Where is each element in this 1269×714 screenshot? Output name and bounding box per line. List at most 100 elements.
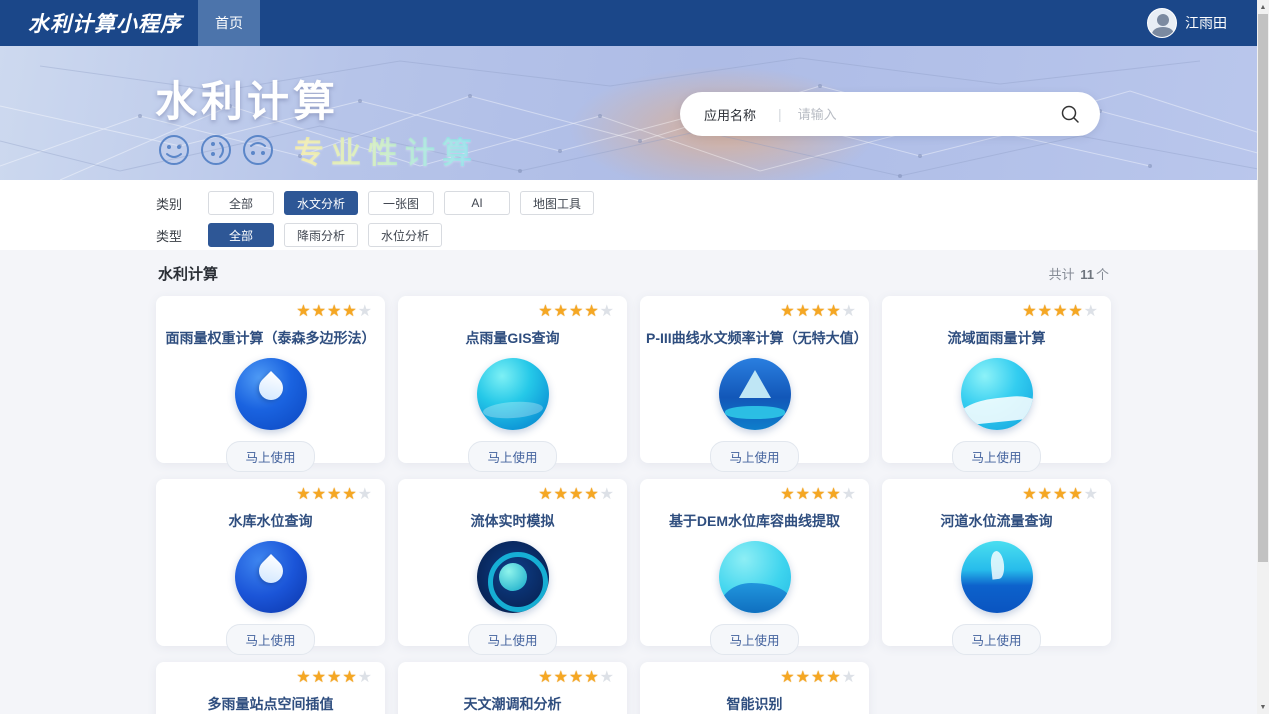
star-filled-icon: ★ (584, 670, 599, 686)
star-filled-icon: ★ (312, 304, 327, 320)
app-card[interactable]: ★★★★★ 流体实时模拟 马上使用 (398, 479, 627, 646)
filter-panel: 类别 全部 水文分析 一张图 AI 地图工具 类型 全部 降雨分析 水位分析 (0, 180, 1269, 250)
filter-option[interactable]: 一张图 (368, 191, 434, 215)
app-search-bar: 应用名称 | (680, 92, 1100, 136)
star-filled-icon: ★ (826, 304, 841, 320)
rating-stars: ★★★★★ (538, 304, 615, 320)
star-filled-icon: ★ (296, 487, 311, 503)
star-filled-icon: ★ (569, 670, 584, 686)
scrollbar-up-arrow[interactable]: ▲ (1257, 0, 1269, 14)
star-filled-icon: ★ (811, 304, 826, 320)
user-name: 江雨田 (1185, 13, 1227, 33)
star-filled-icon: ★ (538, 304, 553, 320)
star-filled-icon: ★ (554, 487, 569, 503)
river-splash-icon (961, 541, 1033, 613)
star-filled-icon: ★ (569, 304, 584, 320)
star-filled-icon: ★ (538, 670, 553, 686)
rating-stars: ★★★★★ (1022, 487, 1099, 503)
star-empty-icon: ★ (842, 487, 857, 503)
star-filled-icon: ★ (1038, 487, 1053, 503)
filter-option[interactable]: AI (444, 191, 510, 215)
use-now-button[interactable]: 马上使用 (226, 441, 314, 472)
filter-options: 全部 降雨分析 水位分析 (208, 223, 442, 247)
star-filled-icon: ★ (538, 487, 553, 503)
user-menu[interactable]: 江雨田 (1147, 8, 1227, 38)
rating-stars: ★★★★★ (296, 304, 373, 320)
filter-row: 类型 全部 降雨分析 水位分析 (156, 223, 1111, 247)
star-filled-icon: ★ (327, 487, 342, 503)
app-card-title: 流体实时模拟 (398, 511, 627, 531)
use-now-button[interactable]: 马上使用 (710, 441, 798, 472)
search-divider: | (778, 106, 782, 122)
page-scrollbar[interactable]: ▲ ▼ (1257, 0, 1269, 714)
use-now-button[interactable]: 马上使用 (952, 441, 1040, 472)
star-filled-icon: ★ (780, 304, 795, 320)
app-card[interactable]: ★★★★★ 多雨量站点空间插值 马上使用 (156, 662, 385, 714)
app-card-title: 流域面雨量计算 (882, 328, 1111, 348)
star-empty-icon: ★ (600, 670, 615, 686)
app-card[interactable]: ★★★★★ 基于DEM水位库容曲线提取 马上使用 (640, 479, 869, 646)
star-filled-icon: ★ (312, 670, 327, 686)
star-filled-icon: ★ (584, 304, 599, 320)
use-now-button[interactable]: 马上使用 (226, 624, 314, 655)
star-filled-icon: ★ (1053, 304, 1068, 320)
use-now-button[interactable]: 马上使用 (952, 624, 1040, 655)
star-filled-icon: ★ (296, 670, 311, 686)
hero-banner: 水利计算 专业性计算 应用名称 | (0, 46, 1269, 180)
app-card[interactable]: ★★★★★ P-III曲线水文频率计算（无特大值） 马上使用 (640, 296, 869, 463)
app-card[interactable]: ★★★★★ 天文潮调和分析 马上使用 (398, 662, 627, 714)
fluid-ring-icon (477, 541, 549, 613)
star-filled-icon: ★ (327, 304, 342, 320)
rating-stars: ★★★★★ (296, 670, 373, 686)
app-card-grid: ★★★★★ 面雨量权重计算（泰森多边形法） 马上使用 ★★★★★ 点雨量GIS查… (156, 296, 1111, 714)
scrollbar-down-arrow[interactable]: ▼ (1257, 700, 1269, 714)
rating-stars: ★★★★★ (296, 487, 373, 503)
star-filled-icon: ★ (796, 670, 811, 686)
filter-option[interactable]: 全部 (208, 191, 274, 215)
app-card[interactable]: ★★★★★ 点雨量GIS查询 马上使用 (398, 296, 627, 463)
filter-label: 类别 (156, 194, 208, 213)
star-filled-icon: ★ (1053, 487, 1068, 503)
use-now-button[interactable]: 马上使用 (468, 441, 556, 472)
app-card-title: 多雨量站点空间插值 (156, 694, 385, 714)
filter-option[interactable]: 地图工具 (520, 191, 594, 215)
app-card[interactable]: ★★★★★ 水库水位查询 马上使用 (156, 479, 385, 646)
rating-stars: ★★★★★ (538, 487, 615, 503)
star-filled-icon: ★ (327, 670, 342, 686)
app-card[interactable]: ★★★★★ 面雨量权重计算（泰森多边形法） 马上使用 (156, 296, 385, 463)
top-navbar: 水利计算小程序 首页 江雨田 (0, 0, 1269, 46)
star-filled-icon: ★ (811, 487, 826, 503)
star-filled-icon: ★ (342, 670, 357, 686)
rating-stars: ★★★★★ (780, 304, 857, 320)
smiley-icon-3 (242, 134, 274, 166)
hero-subtitle: 专业性计算 (294, 128, 479, 172)
wave-sphere-icon (961, 358, 1033, 430)
filter-option[interactable]: 降雨分析 (284, 223, 358, 247)
filter-option[interactable]: 全部 (208, 223, 274, 247)
star-filled-icon: ★ (1022, 304, 1037, 320)
star-filled-icon: ★ (569, 487, 584, 503)
filter-option[interactable]: 水位分析 (368, 223, 442, 247)
star-filled-icon: ★ (1068, 304, 1083, 320)
rating-stars: ★★★★★ (1022, 304, 1099, 320)
filter-option[interactable]: 水文分析 (284, 191, 358, 215)
filter-label: 类型 (156, 226, 208, 245)
filter-options: 全部 水文分析 一张图 AI 地图工具 (208, 191, 594, 215)
star-empty-icon: ★ (842, 304, 857, 320)
star-empty-icon: ★ (600, 487, 615, 503)
scrollbar-thumb[interactable] (1258, 14, 1268, 562)
search-icon[interactable] (1060, 104, 1080, 124)
star-filled-icon: ★ (811, 670, 826, 686)
use-now-button[interactable]: 马上使用 (468, 624, 556, 655)
app-card[interactable]: ★★★★★ 智能识别 马上使用 (640, 662, 869, 714)
use-now-button[interactable]: 马上使用 (710, 624, 798, 655)
app-card[interactable]: ★★★★★ 河道水位流量查询 马上使用 (882, 479, 1111, 646)
smiley-icon-1 (158, 134, 190, 166)
nav-tab-home[interactable]: 首页 (198, 0, 260, 46)
app-card-title: P-III曲线水文频率计算（无特大值） (640, 328, 869, 348)
star-filled-icon: ★ (826, 487, 841, 503)
filter-row: 类别 全部 水文分析 一张图 AI 地图工具 (156, 191, 1111, 215)
search-input[interactable] (798, 107, 1060, 122)
app-card[interactable]: ★★★★★ 流域面雨量计算 马上使用 (882, 296, 1111, 463)
app-logo: 水利计算小程序 (28, 8, 182, 38)
